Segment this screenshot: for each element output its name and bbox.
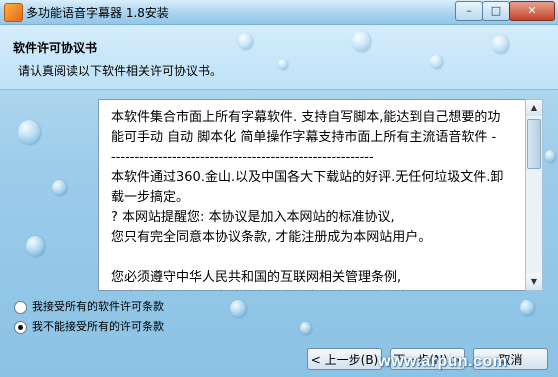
droplet-decoration <box>238 33 252 49</box>
minimize-button[interactable]: – <box>455 1 483 21</box>
title-bar: 多功能语音字幕器 1.8安装 – □ ✕ <box>0 0 558 25</box>
wizard-header: 软件许可协议书 请认真阅读以下软件相关许可协议书。 <box>0 25 558 90</box>
droplet-decoration <box>352 31 370 51</box>
accept-radio[interactable] <box>14 300 27 314</box>
droplet-decoration <box>492 35 508 53</box>
decline-option[interactable]: 我不能接受所有的许可条款 <box>14 318 164 334</box>
back-button[interactable]: < 上一步(B) <box>307 348 382 370</box>
droplet-decoration <box>300 322 311 334</box>
decline-label: 我不能接受所有的许可条款 <box>32 320 164 333</box>
droplet-decoration <box>520 300 534 315</box>
droplet-decoration <box>26 236 44 256</box>
page-title: 软件许可协议书 <box>13 41 98 55</box>
scroll-thumb[interactable] <box>527 119 541 169</box>
scroll-down-arrow-icon[interactable]: ▼ <box>526 274 542 290</box>
window-title: 多功能语音字幕器 1.8安装 <box>26 6 169 20</box>
droplet-decoration <box>278 59 287 69</box>
license-scrollbar[interactable]: ▲ ▼ <box>525 99 543 291</box>
accept-label: 我接受所有的软件许可条款 <box>32 300 164 313</box>
decline-radio[interactable] <box>14 320 27 334</box>
droplet-decoration <box>52 180 66 195</box>
license-textbox[interactable]: 本软件集合市面上所有字幕软件. 支持自写脚本,能达到自己想要的功 能可手动 自动… <box>98 99 528 291</box>
close-button[interactable]: ✕ <box>509 1 555 21</box>
accept-option[interactable]: 我接受所有的软件许可条款 <box>14 298 164 314</box>
droplet-decoration <box>18 120 40 144</box>
scroll-up-arrow-icon[interactable]: ▲ <box>526 100 542 116</box>
droplet-decoration <box>545 150 555 162</box>
app-icon <box>4 3 23 22</box>
license-text: 本软件集合市面上所有字幕软件. 支持自写脚本,能达到自己想要的功 能可手动 自动… <box>111 110 504 285</box>
page-subtitle: 请认真阅读以下软件相关许可协议书。 <box>18 64 223 78</box>
maximize-button[interactable]: □ <box>482 1 510 21</box>
droplet-decoration <box>230 300 246 317</box>
droplet-decoration <box>430 55 442 68</box>
watermark: www.arpun.com <box>378 353 508 370</box>
